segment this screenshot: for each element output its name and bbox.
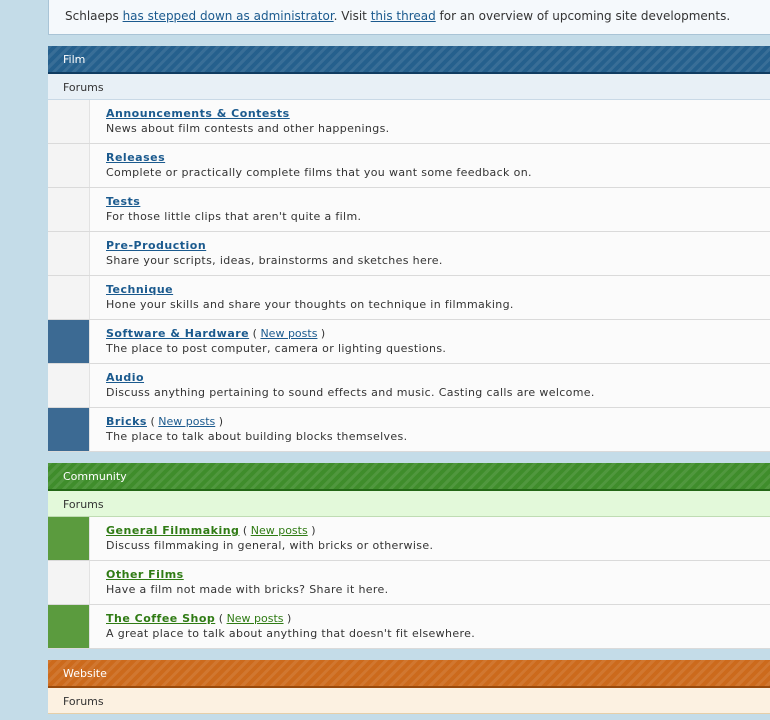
no-new-posts-indicator bbox=[48, 364, 90, 407]
forums-subheader-community: Forums bbox=[48, 491, 770, 517]
forum-description: The place to talk about building blocks … bbox=[106, 430, 408, 443]
category-community: Community Forums General Filmmaking ( Ne… bbox=[48, 463, 770, 649]
forum-row: Other Films Have a film not made with bri… bbox=[48, 561, 770, 605]
no-new-posts-indicator bbox=[48, 188, 90, 231]
forum-title-link[interactable]: Audio bbox=[106, 371, 144, 384]
no-new-posts-indicator bbox=[48, 232, 90, 275]
forum-title-link[interactable]: General Filmmaking bbox=[106, 524, 239, 537]
forum-index: Schlaeps has stepped down as administrat… bbox=[48, 0, 770, 714]
forum-title-link[interactable]: The Coffee Shop bbox=[106, 612, 215, 625]
notice-middle: . Visit bbox=[333, 9, 371, 23]
forum-row: Software & Hardware ( New posts ) The pla… bbox=[48, 320, 770, 364]
forum-title-link[interactable]: Bricks bbox=[106, 415, 147, 428]
new-posts-indicator bbox=[48, 320, 90, 363]
category-film: Film Forums Announcements & Contests News… bbox=[48, 46, 770, 452]
forum-description: Discuss filmmaking in general, with bric… bbox=[106, 539, 434, 552]
category-header-film[interactable]: Film bbox=[48, 46, 770, 74]
forum-description: News about film contests and other happe… bbox=[106, 122, 390, 135]
category-website: Website Forums bbox=[48, 660, 770, 714]
forum-title-link[interactable]: Other Films bbox=[106, 568, 184, 581]
forum-description: A great place to talk about anything tha… bbox=[106, 627, 476, 640]
forum-title-link[interactable]: Tests bbox=[106, 195, 140, 208]
forum-row: Pre-Production Share your scripts, ideas,… bbox=[48, 232, 770, 276]
forum-row: Bricks ( New posts ) The place to talk ab… bbox=[48, 408, 770, 452]
new-posts-indicator bbox=[48, 517, 90, 560]
new-posts-link[interactable]: New posts bbox=[158, 415, 215, 428]
site-notice: Schlaeps has stepped down as administrat… bbox=[48, 0, 770, 35]
forum-title-link[interactable]: Pre-Production bbox=[106, 239, 206, 252]
no-new-posts-indicator bbox=[48, 100, 90, 143]
forum-title-link[interactable]: Releases bbox=[106, 151, 165, 164]
new-posts-indicator bbox=[48, 605, 90, 648]
no-new-posts-indicator bbox=[48, 276, 90, 319]
notice-link-administrator[interactable]: has stepped down as administrator bbox=[123, 9, 334, 23]
forum-title-link[interactable]: Technique bbox=[106, 283, 173, 296]
new-posts-link[interactable]: New posts bbox=[227, 612, 284, 625]
new-posts-link[interactable]: New posts bbox=[260, 327, 317, 340]
notice-link-thread[interactable]: this thread bbox=[371, 9, 436, 23]
category-header-website[interactable]: Website bbox=[48, 660, 770, 688]
notice-suffix: for an overview of upcoming site develop… bbox=[435, 9, 731, 23]
category-header-community[interactable]: Community bbox=[48, 463, 770, 491]
no-new-posts-indicator bbox=[48, 144, 90, 187]
forum-title-link[interactable]: Announcements & Contests bbox=[106, 107, 290, 120]
forum-row: General Filmmaking ( New posts ) Discuss … bbox=[48, 517, 770, 561]
forum-description: Discuss anything pertaining to sound eff… bbox=[106, 386, 595, 399]
notice-prefix: Schlaeps bbox=[65, 9, 123, 23]
new-posts-link[interactable]: New posts bbox=[251, 524, 308, 537]
forum-description: For those little clips that aren't quite… bbox=[106, 210, 362, 223]
no-new-posts-indicator bbox=[48, 561, 90, 604]
forum-description: Hone your skills and share your thoughts… bbox=[106, 298, 514, 311]
forum-row: Announcements & Contests News about film … bbox=[48, 100, 770, 144]
new-posts-indicator bbox=[48, 408, 90, 451]
forum-description: Complete or practically complete films t… bbox=[106, 166, 532, 179]
forum-description: The place to post computer, camera or li… bbox=[106, 342, 447, 355]
forum-row: Audio Discuss anything pertaining to soun… bbox=[48, 364, 770, 408]
forum-row: Technique Hone your skills and share your… bbox=[48, 276, 770, 320]
forum-description: Share your scripts, ideas, brainstorms a… bbox=[106, 254, 443, 267]
forum-row: Tests For those little clips that aren't … bbox=[48, 188, 770, 232]
forums-subheader-website: Forums bbox=[48, 688, 770, 714]
forums-subheader-film: Forums bbox=[48, 74, 770, 100]
forum-title-link[interactable]: Software & Hardware bbox=[106, 327, 249, 340]
forum-row: The Coffee Shop ( New posts ) A great pla… bbox=[48, 605, 770, 649]
forum-description: Have a film not made with bricks? Share … bbox=[106, 583, 389, 596]
forum-row: Releases Complete or practically complete… bbox=[48, 144, 770, 188]
